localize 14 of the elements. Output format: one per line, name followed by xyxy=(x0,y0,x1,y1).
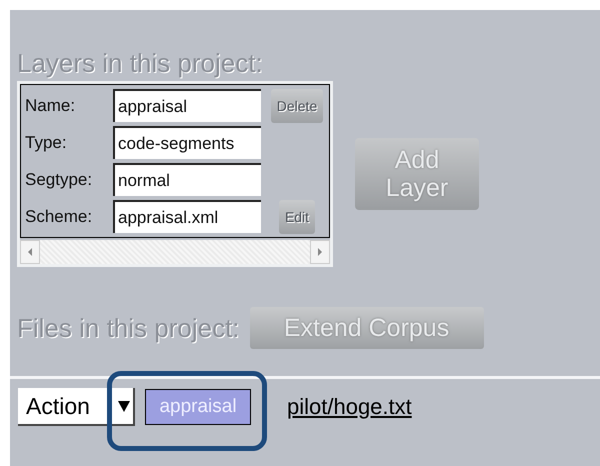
field-label: Name: xyxy=(25,96,76,116)
file-link[interactable]: pilot/hoge.txt xyxy=(287,394,412,420)
field-label: Scheme: xyxy=(25,206,92,226)
section-heading: Files in this project: xyxy=(17,312,240,344)
text-field[interactable]: appraisal xyxy=(113,89,261,122)
text-field[interactable]: code-segments xyxy=(113,126,261,159)
field-label: Type: xyxy=(25,132,67,152)
small-button[interactable]: Edit xyxy=(278,200,316,234)
text-field[interactable]: normal xyxy=(113,163,261,196)
action-dropdown[interactable]: Action xyxy=(18,388,135,426)
text-field[interactable]: appraisal.xml xyxy=(113,200,261,233)
field-label: Segtype: xyxy=(25,170,92,190)
small-button[interactable]: Delete xyxy=(270,88,324,122)
section-heading: Layers in this project: xyxy=(17,48,264,79)
